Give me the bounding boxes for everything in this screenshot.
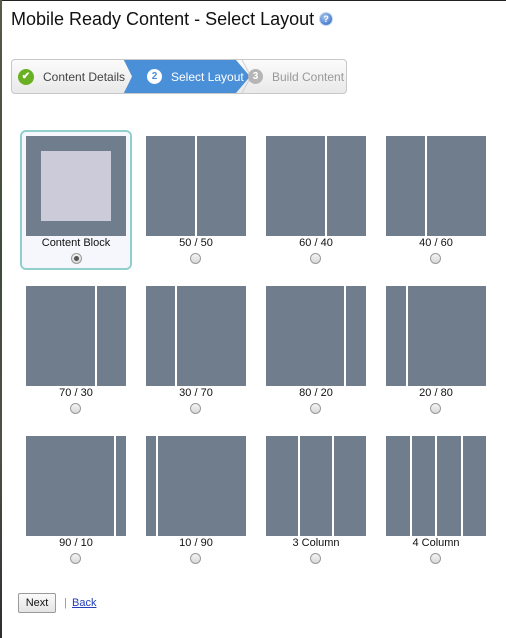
- layout-column: [411, 436, 435, 536]
- window-left-border: [0, 0, 2, 638]
- layout-column: [407, 286, 486, 386]
- layout-thumbnail[interactable]: [266, 286, 366, 386]
- layout-label: 20 / 80: [419, 387, 453, 399]
- layout-option[interactable]: 3 Column: [260, 430, 372, 570]
- layout-label: 70 / 30: [59, 387, 93, 399]
- layout-label: 4 Column: [412, 537, 460, 549]
- layout-column: [146, 286, 176, 386]
- back-link[interactable]: Back: [72, 597, 96, 609]
- step-label: Content Details: [43, 69, 126, 84]
- layout-radio[interactable]: [310, 553, 321, 564]
- layout-column: [386, 136, 426, 236]
- layout-column: [334, 436, 366, 536]
- step-build-content[interactable]: 3 Build Content: [248, 60, 344, 93]
- layout-column: [266, 136, 325, 236]
- layout-radio[interactable]: [70, 553, 81, 564]
- layout-thumbnail[interactable]: [146, 436, 246, 536]
- layout-radio[interactable]: [310, 253, 321, 264]
- layout-column: [386, 436, 410, 536]
- layout-thumbnail[interactable]: [146, 136, 246, 236]
- layout-label: 80 / 20: [299, 387, 333, 399]
- layout-column: [266, 436, 298, 536]
- layout-column: [26, 286, 95, 386]
- window-top-border: [0, 0, 506, 1]
- next-button[interactable]: Next: [18, 593, 56, 613]
- step-number-badge: 3: [248, 69, 263, 84]
- layout-label: 40 / 60: [419, 237, 453, 249]
- step-label: Select Layout: [171, 69, 244, 84]
- layout-option[interactable]: 30 / 70: [140, 280, 252, 420]
- layout-column: [197, 136, 246, 236]
- layout-radio[interactable]: [310, 403, 321, 414]
- layout-column: [427, 136, 486, 236]
- layout-label: 60 / 40: [299, 237, 333, 249]
- layout-radio[interactable]: [190, 403, 201, 414]
- layout-column: [437, 436, 461, 536]
- layout-radio[interactable]: [71, 253, 82, 264]
- layout-option[interactable]: 20 / 80: [380, 280, 492, 420]
- layout-column: [116, 436, 126, 536]
- layout-label: Content Block: [41, 237, 111, 249]
- layout-label: 50 / 50: [179, 237, 213, 249]
- layout-radio[interactable]: [430, 553, 441, 564]
- layout-option[interactable]: 80 / 20: [260, 280, 372, 420]
- layout-label: 30 / 70: [179, 387, 213, 399]
- layout-label: 90 / 10: [59, 537, 93, 549]
- content-block-preview: [41, 151, 111, 221]
- layout-option[interactable]: 50 / 50: [140, 130, 252, 270]
- layout-option[interactable]: 70 / 30: [20, 280, 132, 420]
- layout-column: [146, 436, 156, 536]
- layout-radio[interactable]: [430, 403, 441, 414]
- layout-thumbnail[interactable]: [386, 136, 486, 236]
- layout-option[interactable]: 4 Column: [380, 430, 492, 570]
- wizard-stepper: ✔ Content Details 2 Select Layout 3 Buil…: [11, 59, 347, 94]
- layout-option[interactable]: 90 / 10: [20, 430, 132, 570]
- layout-column: [386, 286, 406, 386]
- layout-thumbnail[interactable]: [26, 436, 126, 536]
- layout-column: [300, 436, 332, 536]
- layout-thumbnail[interactable]: [266, 436, 366, 536]
- check-circle-icon: ✔: [18, 68, 34, 85]
- step-content-details[interactable]: ✔ Content Details: [18, 60, 125, 93]
- page-title: Mobile Ready Content - Select Layout ?: [11, 9, 333, 30]
- layout-label: 10 / 90: [179, 537, 213, 549]
- layout-radio[interactable]: [190, 553, 201, 564]
- layout-column: [462, 436, 486, 536]
- layout-column: [146, 136, 195, 236]
- layout-option[interactable]: 10 / 90: [140, 430, 252, 570]
- layout-thumbnail[interactable]: [146, 286, 246, 386]
- layout-thumbnail-content-block[interactable]: [26, 136, 126, 236]
- layout-column: [157, 436, 246, 536]
- layout-column: [26, 436, 115, 536]
- layout-column: [266, 286, 345, 386]
- layout-radio[interactable]: [430, 253, 441, 264]
- step-select-layout[interactable]: 2 Select Layout: [124, 60, 250, 93]
- layout-column: [177, 286, 246, 386]
- layout-radio[interactable]: [190, 253, 201, 264]
- layout-thumbnail[interactable]: [386, 286, 486, 386]
- step-number-badge: 2: [147, 69, 162, 84]
- layout-option[interactable]: 60 / 40: [260, 130, 372, 270]
- layout-thumbnail[interactable]: [26, 286, 126, 386]
- help-icon[interactable]: ?: [320, 12, 333, 25]
- footer-separator: |: [64, 597, 67, 609]
- layout-column: [346, 286, 366, 386]
- layout-column: [326, 136, 366, 236]
- layout-label: 3 Column: [292, 537, 340, 549]
- step-label: Build Content: [272, 69, 345, 84]
- layout-thumbnail[interactable]: [266, 136, 366, 236]
- layout-radio[interactable]: [70, 403, 81, 414]
- page-title-text: Mobile Ready Content - Select Layout: [11, 9, 315, 29]
- layout-thumbnail[interactable]: [386, 436, 486, 536]
- layout-column: [96, 286, 126, 386]
- layout-option[interactable]: 40 / 60: [380, 130, 492, 270]
- layout-option[interactable]: Content Block: [20, 130, 132, 270]
